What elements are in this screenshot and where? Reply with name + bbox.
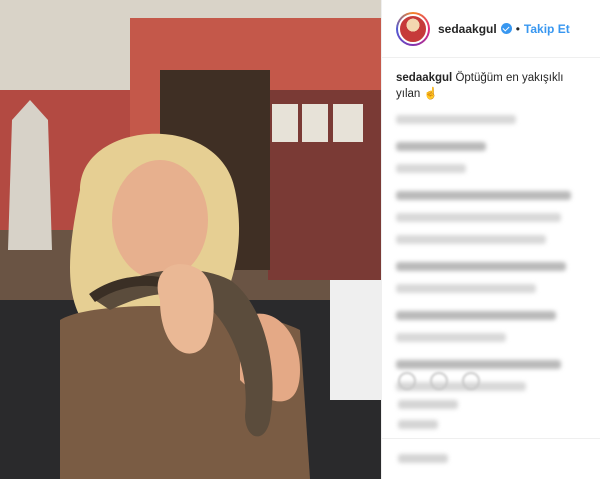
blurred-comment — [396, 235, 546, 244]
blurred-likes — [398, 400, 458, 409]
blurred-comment — [396, 333, 506, 342]
comment-icon[interactable] — [430, 372, 448, 390]
blurred-add-comment — [398, 454, 448, 463]
verified-badge-icon — [500, 23, 512, 34]
add-comment-bar[interactable] — [382, 438, 600, 480]
blurred-comment — [396, 142, 486, 151]
blurred-timestamp — [398, 420, 438, 429]
avatar-image — [398, 13, 428, 44]
caption-username[interactable]: sedaakgul — [396, 72, 452, 84]
blurred-comment — [396, 115, 516, 124]
blurred-comment — [396, 262, 566, 271]
follow-button[interactable]: Takip Et — [524, 22, 570, 36]
post-image — [0, 0, 381, 479]
caption: sedaakgul Öptüğüm en yakışıklı yılan ☝ — [396, 70, 586, 102]
comments-section: sedaakgul Öptüğüm en yakışıklı yılan ☝ — [382, 58, 600, 403]
pointing-emoji-icon: ☝ — [423, 88, 438, 100]
action-bar — [398, 372, 480, 390]
post-header: sedaakgul • Takip Et — [382, 0, 600, 58]
blurred-comment — [396, 284, 536, 293]
username-link[interactable]: sedaakgul — [438, 22, 497, 36]
separator-dot: • — [515, 21, 520, 36]
avatar[interactable] — [396, 11, 430, 46]
like-icon[interactable] — [398, 372, 416, 390]
blurred-comment — [396, 213, 561, 222]
blurred-comment — [396, 360, 561, 369]
share-icon[interactable] — [462, 372, 480, 390]
blurred-comment — [396, 191, 571, 200]
post-photo — [0, 0, 381, 479]
blurred-comment — [396, 164, 466, 173]
post-sidebar: sedaakgul • Takip Et sedaakgul Öptüğüm e… — [381, 0, 600, 479]
blurred-comment — [396, 311, 556, 320]
